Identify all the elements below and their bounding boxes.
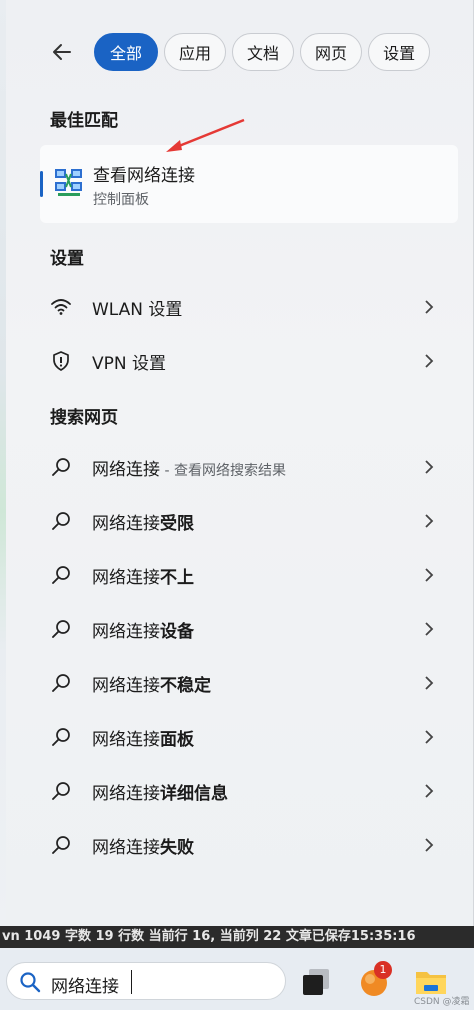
best-match-result[interactable]: 查看网络连接 控制面板 <box>40 145 458 223</box>
web-result-item[interactable]: 网络连接详细信息 <box>50 771 450 811</box>
wlan-settings-label: WLAN 设置 <box>92 299 183 320</box>
search-icon <box>52 512 70 530</box>
web-result-label: 网络连接不上 <box>92 567 194 588</box>
wifi-icon <box>51 299 71 315</box>
search-icon <box>52 458 70 476</box>
vpn-settings-item[interactable]: VPN 设置 <box>50 341 450 381</box>
search-icon <box>52 836 70 854</box>
search-icon <box>52 782 70 800</box>
web-search-heading: 搜索网页 <box>50 408 118 428</box>
selection-indicator <box>40 171 43 197</box>
vpn-shield-icon <box>53 351 69 371</box>
best-match-title: 查看网络连接 <box>93 166 195 186</box>
search-icon <box>52 566 70 584</box>
web-result-label: 网络连接详细信息 <box>92 783 228 804</box>
wlan-settings-item[interactable]: WLAN 设置 <box>50 287 450 327</box>
web-result-label: 网络连接面板 <box>92 729 194 750</box>
watermark: CSDN @凌霜 <box>414 997 470 1007</box>
chevron-right-icon <box>425 784 434 798</box>
search-query: 网络连接 <box>51 977 119 997</box>
search-icon <box>52 728 70 746</box>
chevron-right-icon <box>425 622 434 636</box>
chevron-right-icon <box>425 730 434 744</box>
vpn-settings-label: VPN 设置 <box>92 353 167 374</box>
search-icon <box>52 674 70 692</box>
tab-documents[interactable]: 文档 <box>232 33 295 71</box>
web-result-item[interactable]: 网络连接失败 <box>50 825 450 865</box>
web-result-item[interactable]: 网络连接受限 <box>50 501 450 541</box>
web-result-label: 网络连接 - 查看网络搜索结果 <box>92 459 286 480</box>
search-icon <box>20 972 41 993</box>
web-result-label: 网络连接受限 <box>92 513 194 534</box>
chevron-right-icon <box>425 838 434 852</box>
editor-status-bar: vn 1049 字数 19 行数 当前行 16, 当前列 22 文章已保存15:… <box>0 926 474 948</box>
web-result-label: 网络连接不稳定 <box>92 675 211 696</box>
back-button[interactable] <box>48 38 76 66</box>
settings-heading: 设置 <box>50 249 84 269</box>
web-result-item[interactable]: 网络连接面板 <box>50 717 450 757</box>
web-result-label: 网络连接设备 <box>92 621 194 642</box>
best-match-subtitle: 控制面板 <box>93 192 149 208</box>
annotation-arrow-icon <box>166 118 245 152</box>
chevron-right-icon <box>425 514 434 528</box>
chevron-right-icon <box>425 568 434 582</box>
search-icon <box>52 620 70 638</box>
web-result-item[interactable]: 网络连接不上 <box>50 555 450 595</box>
network-connections-icon <box>55 169 82 196</box>
tab-settings[interactable]: 设置 <box>368 33 431 71</box>
back-arrow-icon <box>53 44 71 60</box>
filter-tabs: 全部 应用 文档 网页 设置 <box>94 31 474 73</box>
web-result-item[interactable]: 网络连接设备 <box>50 609 450 649</box>
chevron-right-icon <box>425 460 434 474</box>
text-caret <box>131 970 132 994</box>
best-match-heading: 最佳匹配 <box>50 111 118 131</box>
web-result-item[interactable]: 网络连接 - 查看网络搜索结果 <box>50 447 450 487</box>
taskbar-search-input[interactable]: 网络连接 <box>6 962 286 1000</box>
notification-badge: 1 <box>374 961 392 979</box>
chevron-right-icon <box>425 676 434 690</box>
tab-all[interactable]: 全部 <box>94 33 159 71</box>
chevron-right-icon <box>425 354 434 368</box>
web-result-item[interactable]: 网络连接不稳定 <box>50 663 450 703</box>
chevron-right-icon <box>425 300 434 314</box>
tab-apps[interactable]: 应用 <box>164 33 227 71</box>
tab-web[interactable]: 网页 <box>300 33 363 71</box>
web-result-label: 网络连接失败 <box>92 837 194 858</box>
app-icon[interactable] <box>300 966 332 998</box>
